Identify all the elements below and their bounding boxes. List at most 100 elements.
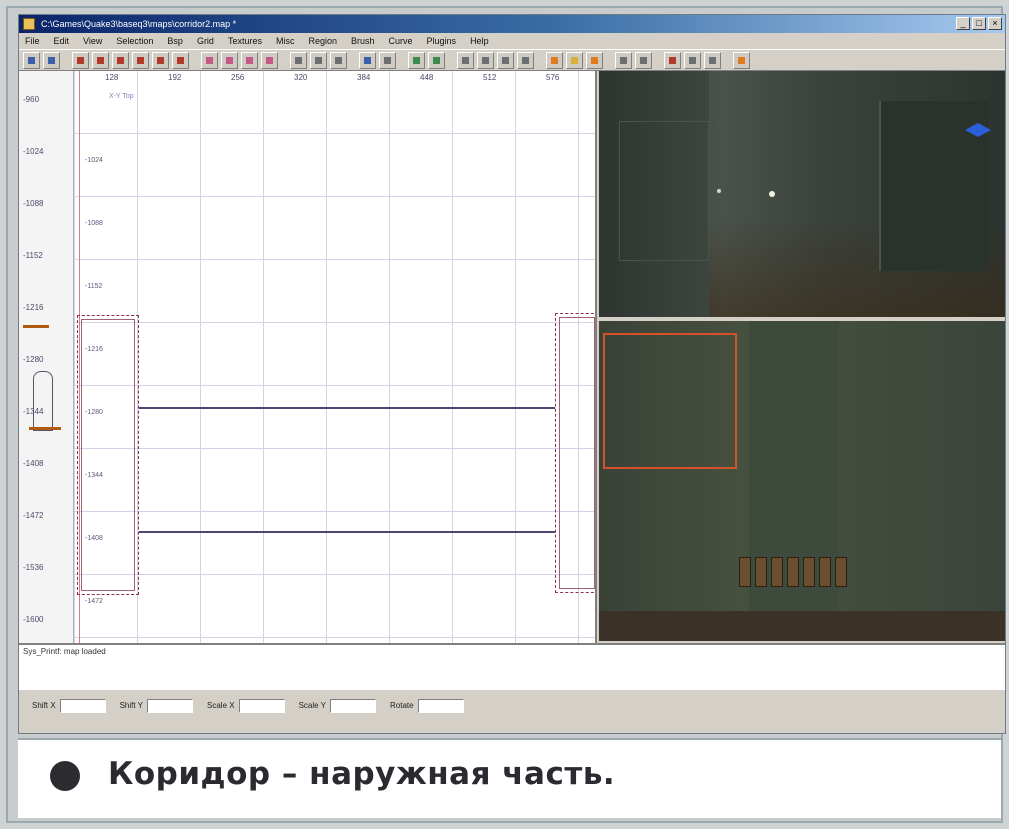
camera-viewport-3d[interactable] [599, 71, 1005, 317]
flip-z-icon[interactable] [112, 52, 129, 69]
corridor-edge-bottom[interactable] [139, 531, 555, 533]
select-touching-icon[interactable] [221, 52, 238, 69]
ruler-tick-y: -1152 [23, 251, 43, 260]
menu-misc[interactable]: Misc [276, 33, 295, 49]
toolbar [19, 49, 1005, 71]
menu-brush[interactable]: Brush [351, 33, 375, 49]
select-complete-icon[interactable] [201, 52, 218, 69]
camera-viewport-3d-lower[interactable] [599, 321, 1005, 641]
close-button[interactable]: × [988, 17, 1002, 30]
menu-edit[interactable]: Edit [54, 33, 70, 49]
magazine-screenshot: C:\Games\Quake3\baseq3\maps\corridor2.ma… [0, 0, 1009, 829]
door-frame [619, 121, 709, 261]
select-inside-icon[interactable] [261, 52, 278, 69]
floor [599, 611, 1005, 641]
camera-icon[interactable] [428, 52, 445, 69]
model-icon[interactable] [586, 52, 603, 69]
patch-bend-icon[interactable] [477, 52, 494, 69]
rotate-z-icon[interactable] [172, 52, 189, 69]
rotate-x-icon[interactable] [132, 52, 149, 69]
maximize-button[interactable]: □ [972, 17, 986, 30]
ruler-tick-y: -1024 [23, 147, 44, 156]
change-views-icon[interactable] [359, 52, 376, 69]
status-field: Scale Y [296, 698, 379, 714]
toolbar-separator [350, 52, 356, 68]
status-field-input[interactable] [147, 699, 193, 713]
patch-delete-icon[interactable] [517, 52, 534, 69]
left-wall-brush-inner [81, 319, 135, 591]
stop-icon[interactable] [733, 52, 750, 69]
bullet-icon [50, 761, 80, 791]
ruler-tick-y: -1600 [23, 615, 44, 624]
save-icon[interactable] [43, 52, 60, 69]
light-spot [769, 191, 775, 197]
minimize-button[interactable]: _ [956, 17, 970, 30]
toolbar-separator [281, 52, 287, 68]
entity-icon[interactable] [546, 52, 563, 69]
status-field-label: Scale X [207, 701, 235, 710]
status-field-label: Scale Y [298, 701, 327, 710]
clipper-icon[interactable] [408, 52, 425, 69]
menu-view[interactable]: View [83, 33, 102, 49]
pointer-icon[interactable] [704, 52, 721, 69]
selected-brush-outline[interactable] [603, 333, 737, 469]
window-controls: _ □ × [956, 17, 1002, 30]
vertical-ruler: -960 -1024 -1088 -1152 -1216 -1280 -1344 -1408-… [19, 71, 74, 643]
drag-edges-icon[interactable] [635, 52, 652, 69]
hollow-icon[interactable] [330, 52, 347, 69]
texture-view-icon[interactable] [379, 52, 396, 69]
menu-textures[interactable]: Textures [228, 33, 262, 49]
status-field-input[interactable] [238, 699, 285, 713]
patch-insert-icon[interactable] [497, 52, 514, 69]
camera-marker[interactable] [33, 371, 53, 431]
ruler-tick-y: -1536 [23, 563, 44, 572]
show-entities-icon[interactable] [664, 52, 681, 69]
toolbar-separator [537, 52, 543, 68]
status-field-input[interactable] [417, 699, 464, 713]
menu-plugins[interactable]: Plugins [427, 33, 457, 49]
ruler-tick-y: -1408 [23, 459, 44, 468]
grid-coordinate-label: -1472 [85, 598, 103, 605]
status-field-label: Shift X [32, 701, 56, 710]
menu-selection[interactable]: Selection [116, 33, 153, 49]
corridor-edge-top[interactable] [139, 407, 555, 409]
flip-x-icon[interactable] [72, 52, 89, 69]
csg-merge-icon[interactable] [310, 52, 327, 69]
ruler-tick-y: -1280 [23, 355, 44, 364]
menu-help[interactable]: Help [470, 33, 489, 49]
title-bar[interactable]: C:\Games\Quake3\baseq3\maps\corridor2.ma… [19, 15, 1005, 33]
toolbar-separator [724, 52, 730, 68]
flip-y-icon[interactable] [92, 52, 109, 69]
menu-grid[interactable]: Grid [197, 33, 214, 49]
open-icon[interactable] [23, 52, 40, 69]
menu-bsp[interactable]: Bsp [167, 33, 183, 49]
menu-bar: File Edit View Selection Bsp Grid Textur… [19, 33, 1005, 49]
light-icon[interactable] [566, 52, 583, 69]
select-arrow-icon[interactable] [684, 52, 701, 69]
rotate-y-icon[interactable] [152, 52, 169, 69]
status-field-input[interactable] [59, 699, 106, 713]
caption-text: Коридор – наружная часть. [108, 756, 616, 792]
patch-icon[interactable] [457, 52, 474, 69]
grate-texture [739, 557, 847, 587]
status-field-label: Rotate [390, 701, 414, 710]
ruler-tick-y: -1216 [23, 303, 44, 312]
status-field: Shift X [29, 698, 109, 714]
status-field-label: Shift Y [119, 701, 143, 710]
ruler-tick-x: 448 [420, 73, 434, 82]
menu-file[interactable]: File [25, 33, 40, 49]
menu-region[interactable]: Region [308, 33, 337, 49]
app-icon [23, 18, 35, 30]
menu-curve[interactable]: Curve [389, 33, 413, 49]
scale-icon[interactable] [615, 52, 632, 69]
grid-viewport-2d[interactable]: -960 -1024 -1088 -1152 -1216 -1280 -1344 -1408-… [19, 71, 597, 643]
status-bar: Shift X Shift Y Scale X Scale Y Rotate [19, 689, 1005, 733]
csg-subtract-icon[interactable] [290, 52, 307, 69]
select-partial-icon[interactable] [241, 52, 258, 69]
toolbar-separator [655, 52, 661, 68]
grid-coordinate-label: -1152 [85, 283, 103, 290]
ruler-tick-y: -1088 [23, 199, 44, 208]
status-field-input[interactable] [330, 699, 377, 713]
view-label: X-Y Top [109, 93, 134, 100]
editor-window: C:\Games\Quake3\baseq3\maps\corridor2.ma… [18, 14, 1006, 734]
